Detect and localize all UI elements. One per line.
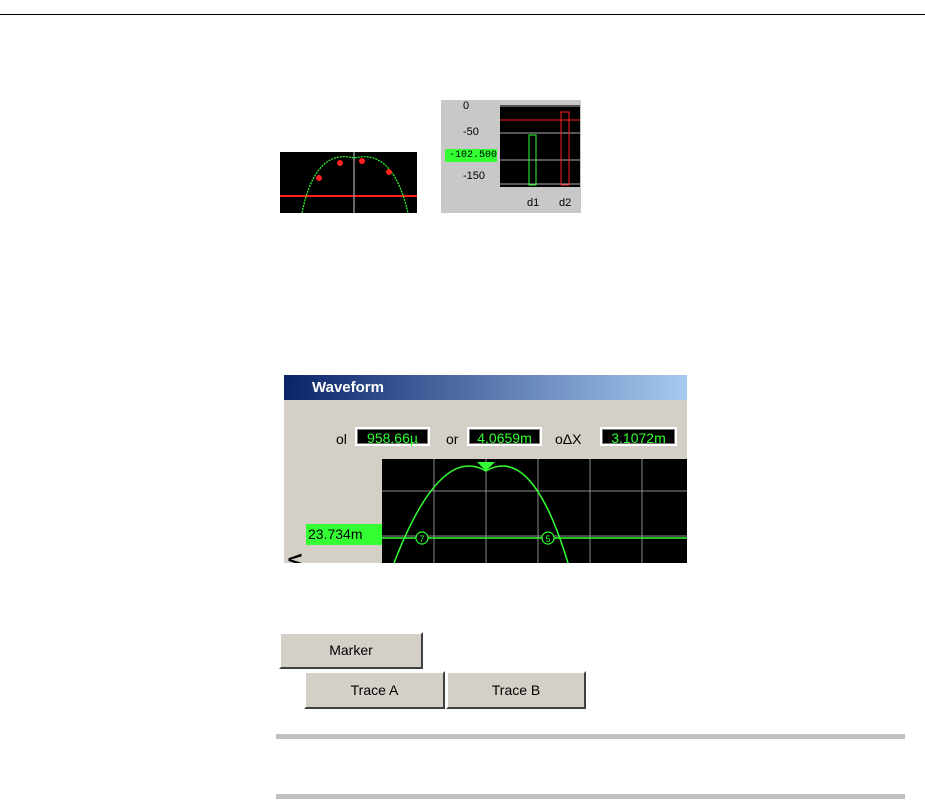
left-cursor-field[interactable]: 958.66µ xyxy=(355,427,430,446)
y-value-readout[interactable]: 23.734m xyxy=(306,524,382,545)
delta-x-label: oΔX xyxy=(555,431,582,447)
marker-point xyxy=(386,169,392,175)
left-cursor-label: ol xyxy=(336,431,347,447)
trace-b-button[interactable]: Trace B xyxy=(446,671,586,709)
delta-x-field[interactable]: 3.1072m xyxy=(600,427,677,446)
marker-point xyxy=(337,160,343,166)
waveform-plot[interactable]: 7 5 xyxy=(382,459,687,563)
right-cursor-field[interactable]: 4.0659m xyxy=(467,427,542,446)
small-trace-graph xyxy=(280,152,417,213)
svg-text:7: 7 xyxy=(419,534,424,544)
waveform-title-bar[interactable]: Waveform xyxy=(284,375,687,400)
bargraph-plot xyxy=(500,105,580,187)
tick-label-minus-150: -150 xyxy=(463,170,486,182)
peak-marker-icon xyxy=(477,462,495,471)
left-cursor-marker-icon[interactable]: 7 xyxy=(415,531,429,545)
curve-marker-graph-icon xyxy=(280,152,417,213)
bar-d2 xyxy=(560,111,570,186)
plot-grid xyxy=(382,459,687,563)
top-rule xyxy=(0,14,925,15)
tick-label-0: 0 xyxy=(463,100,470,112)
right-cursor-label: or xyxy=(446,431,459,447)
bar-label-d2: d2 xyxy=(559,197,572,209)
right-cursor-marker-icon[interactable]: 5 xyxy=(541,531,555,545)
svg-text:5: 5 xyxy=(545,534,550,544)
divider-bottom xyxy=(276,794,905,799)
waveform-title: Waveform xyxy=(312,379,384,396)
bargraph-readout[interactable]: -102.500 xyxy=(445,149,497,162)
bargraph-panel: 0 -50 -150 -102.500 d1 d2 xyxy=(441,100,581,213)
waveform-trace xyxy=(393,465,569,563)
trace-curve xyxy=(301,156,409,213)
marker-point xyxy=(359,158,365,164)
divider-top xyxy=(276,734,905,739)
trace-a-button[interactable]: Trace A xyxy=(304,671,445,709)
waveform-window: Waveform ol 958.66µ or 4.0659m oΔX 3.107… xyxy=(284,375,687,563)
tick-label-minus-50: -50 xyxy=(463,126,479,138)
bar-label-d1: d1 xyxy=(527,197,540,209)
marker-point xyxy=(316,175,322,181)
marker-button[interactable]: Marker xyxy=(279,632,423,669)
y-axis-unit: V xyxy=(284,553,305,563)
